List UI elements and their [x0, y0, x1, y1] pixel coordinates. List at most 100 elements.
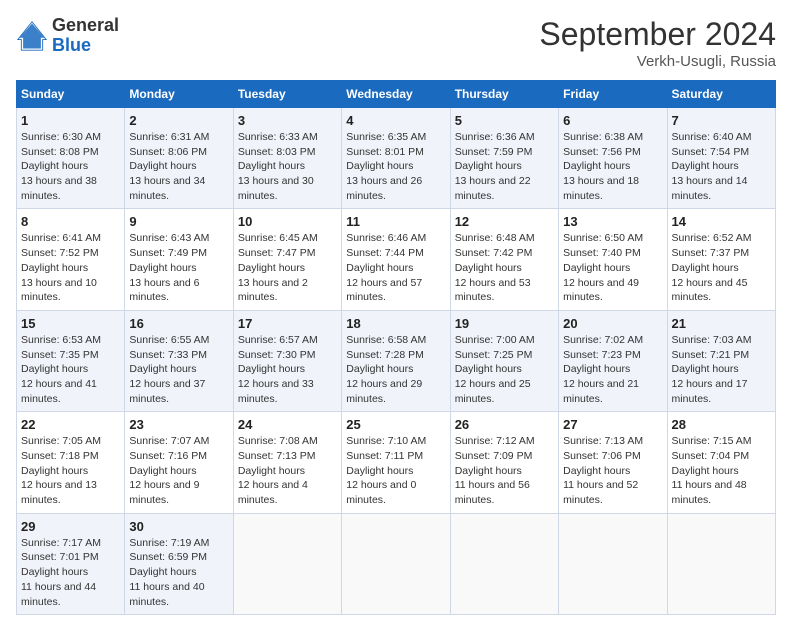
day-number: 28: [672, 417, 771, 432]
table-row: 23 Sunrise: 7:07 AMSunset: 7:16 PMDaylig…: [125, 412, 233, 513]
table-row: [667, 513, 775, 614]
col-thursday: Thursday: [450, 81, 558, 108]
day-number: 15: [21, 316, 120, 331]
cell-content: Sunrise: 6:36 AMSunset: 7:59 PMDaylight …: [455, 131, 535, 202]
cell-content: Sunrise: 7:19 AMSunset: 6:59 PMDaylight …: [129, 537, 209, 608]
cell-content: Sunrise: 6:55 AMSunset: 7:33 PMDaylight …: [129, 334, 209, 405]
table-row: 27 Sunrise: 7:13 AMSunset: 7:06 PMDaylig…: [559, 412, 667, 513]
table-row: [233, 513, 341, 614]
page-header: General Blue September 2024 Verkh-Usugli…: [16, 16, 776, 70]
location: Verkh-Usugli, Russia: [539, 53, 776, 70]
day-number: 18: [346, 316, 445, 331]
cell-content: Sunrise: 6:43 AMSunset: 7:49 PMDaylight …: [129, 232, 209, 303]
calendar-week-row: 1 Sunrise: 6:30 AMSunset: 8:08 PMDayligh…: [17, 108, 776, 209]
day-number: 2: [129, 113, 228, 128]
col-saturday: Saturday: [667, 81, 775, 108]
day-number: 8: [21, 214, 120, 229]
calendar-header-row: Sunday Monday Tuesday Wednesday Thursday…: [17, 81, 776, 108]
day-number: 17: [238, 316, 337, 331]
table-row: [450, 513, 558, 614]
day-number: 22: [21, 417, 120, 432]
logo-icon: [16, 20, 48, 52]
day-number: 21: [672, 316, 771, 331]
day-number: 12: [455, 214, 554, 229]
calendar-week-row: 29 Sunrise: 7:17 AMSunset: 7:01 PMDaylig…: [17, 513, 776, 614]
day-number: 14: [672, 214, 771, 229]
table-row: 3 Sunrise: 6:33 AMSunset: 8:03 PMDayligh…: [233, 108, 341, 209]
cell-content: Sunrise: 7:05 AMSunset: 7:18 PMDaylight …: [21, 435, 101, 506]
table-row: 11 Sunrise: 6:46 AMSunset: 7:44 PMDaylig…: [342, 209, 450, 310]
col-friday: Friday: [559, 81, 667, 108]
cell-content: Sunrise: 7:17 AMSunset: 7:01 PMDaylight …: [21, 537, 101, 608]
table-row: 4 Sunrise: 6:35 AMSunset: 8:01 PMDayligh…: [342, 108, 450, 209]
table-row: 16 Sunrise: 6:55 AMSunset: 7:33 PMDaylig…: [125, 310, 233, 411]
day-number: 4: [346, 113, 445, 128]
calendar-week-row: 8 Sunrise: 6:41 AMSunset: 7:52 PMDayligh…: [17, 209, 776, 310]
calendar-week-row: 15 Sunrise: 6:53 AMSunset: 7:35 PMDaylig…: [17, 310, 776, 411]
day-number: 20: [563, 316, 662, 331]
cell-content: Sunrise: 6:58 AMSunset: 7:28 PMDaylight …: [346, 334, 426, 405]
cell-content: Sunrise: 6:30 AMSunset: 8:08 PMDaylight …: [21, 131, 101, 202]
col-monday: Monday: [125, 81, 233, 108]
table-row: 8 Sunrise: 6:41 AMSunset: 7:52 PMDayligh…: [17, 209, 125, 310]
cell-content: Sunrise: 6:46 AMSunset: 7:44 PMDaylight …: [346, 232, 426, 303]
table-row: 13 Sunrise: 6:50 AMSunset: 7:40 PMDaylig…: [559, 209, 667, 310]
cell-content: Sunrise: 7:10 AMSunset: 7:11 PMDaylight …: [346, 435, 426, 506]
table-row: 20 Sunrise: 7:02 AMSunset: 7:23 PMDaylig…: [559, 310, 667, 411]
table-row: 28 Sunrise: 7:15 AMSunset: 7:04 PMDaylig…: [667, 412, 775, 513]
table-row: 7 Sunrise: 6:40 AMSunset: 7:54 PMDayligh…: [667, 108, 775, 209]
day-number: 1: [21, 113, 120, 128]
cell-content: Sunrise: 6:31 AMSunset: 8:06 PMDaylight …: [129, 131, 209, 202]
cell-content: Sunrise: 7:07 AMSunset: 7:16 PMDaylight …: [129, 435, 209, 506]
day-number: 24: [238, 417, 337, 432]
calendar-table: Sunday Monday Tuesday Wednesday Thursday…: [16, 80, 776, 615]
cell-content: Sunrise: 7:12 AMSunset: 7:09 PMDaylight …: [455, 435, 535, 506]
month-year: September 2024: [539, 16, 776, 53]
day-number: 9: [129, 214, 228, 229]
day-number: 5: [455, 113, 554, 128]
logo-text: General Blue: [52, 16, 119, 56]
cell-content: Sunrise: 6:52 AMSunset: 7:37 PMDaylight …: [672, 232, 752, 303]
cell-content: Sunrise: 7:13 AMSunset: 7:06 PMDaylight …: [563, 435, 643, 506]
table-row: 19 Sunrise: 7:00 AMSunset: 7:25 PMDaylig…: [450, 310, 558, 411]
cell-content: Sunrise: 6:41 AMSunset: 7:52 PMDaylight …: [21, 232, 101, 303]
calendar-week-row: 22 Sunrise: 7:05 AMSunset: 7:18 PMDaylig…: [17, 412, 776, 513]
day-number: 16: [129, 316, 228, 331]
table-row: 30 Sunrise: 7:19 AMSunset: 6:59 PMDaylig…: [125, 513, 233, 614]
table-row: 12 Sunrise: 6:48 AMSunset: 7:42 PMDaylig…: [450, 209, 558, 310]
col-tuesday: Tuesday: [233, 81, 341, 108]
day-number: 23: [129, 417, 228, 432]
cell-content: Sunrise: 6:38 AMSunset: 7:56 PMDaylight …: [563, 131, 643, 202]
day-number: 10: [238, 214, 337, 229]
col-sunday: Sunday: [17, 81, 125, 108]
table-row: 1 Sunrise: 6:30 AMSunset: 8:08 PMDayligh…: [17, 108, 125, 209]
cell-content: Sunrise: 6:57 AMSunset: 7:30 PMDaylight …: [238, 334, 318, 405]
cell-content: Sunrise: 7:03 AMSunset: 7:21 PMDaylight …: [672, 334, 752, 405]
day-number: 7: [672, 113, 771, 128]
cell-content: Sunrise: 7:02 AMSunset: 7:23 PMDaylight …: [563, 334, 643, 405]
cell-content: Sunrise: 7:15 AMSunset: 7:04 PMDaylight …: [672, 435, 752, 506]
table-row: 18 Sunrise: 6:58 AMSunset: 7:28 PMDaylig…: [342, 310, 450, 411]
logo: General Blue: [16, 16, 119, 56]
table-row: 6 Sunrise: 6:38 AMSunset: 7:56 PMDayligh…: [559, 108, 667, 209]
cell-content: Sunrise: 6:53 AMSunset: 7:35 PMDaylight …: [21, 334, 101, 405]
table-row: 21 Sunrise: 7:03 AMSunset: 7:21 PMDaylig…: [667, 310, 775, 411]
table-row: [559, 513, 667, 614]
table-row: 24 Sunrise: 7:08 AMSunset: 7:13 PMDaylig…: [233, 412, 341, 513]
table-row: 26 Sunrise: 7:12 AMSunset: 7:09 PMDaylig…: [450, 412, 558, 513]
table-row: 29 Sunrise: 7:17 AMSunset: 7:01 PMDaylig…: [17, 513, 125, 614]
day-number: 27: [563, 417, 662, 432]
table-row: 17 Sunrise: 6:57 AMSunset: 7:30 PMDaylig…: [233, 310, 341, 411]
day-number: 26: [455, 417, 554, 432]
cell-content: Sunrise: 7:08 AMSunset: 7:13 PMDaylight …: [238, 435, 318, 506]
table-row: 5 Sunrise: 6:36 AMSunset: 7:59 PMDayligh…: [450, 108, 558, 209]
day-number: 19: [455, 316, 554, 331]
logo-general-text: General: [52, 16, 119, 36]
table-row: 10 Sunrise: 6:45 AMSunset: 7:47 PMDaylig…: [233, 209, 341, 310]
day-number: 25: [346, 417, 445, 432]
table-row: 22 Sunrise: 7:05 AMSunset: 7:18 PMDaylig…: [17, 412, 125, 513]
cell-content: Sunrise: 6:48 AMSunset: 7:42 PMDaylight …: [455, 232, 535, 303]
day-number: 29: [21, 519, 120, 534]
title-block: September 2024 Verkh-Usugli, Russia: [539, 16, 776, 70]
cell-content: Sunrise: 7:00 AMSunset: 7:25 PMDaylight …: [455, 334, 535, 405]
